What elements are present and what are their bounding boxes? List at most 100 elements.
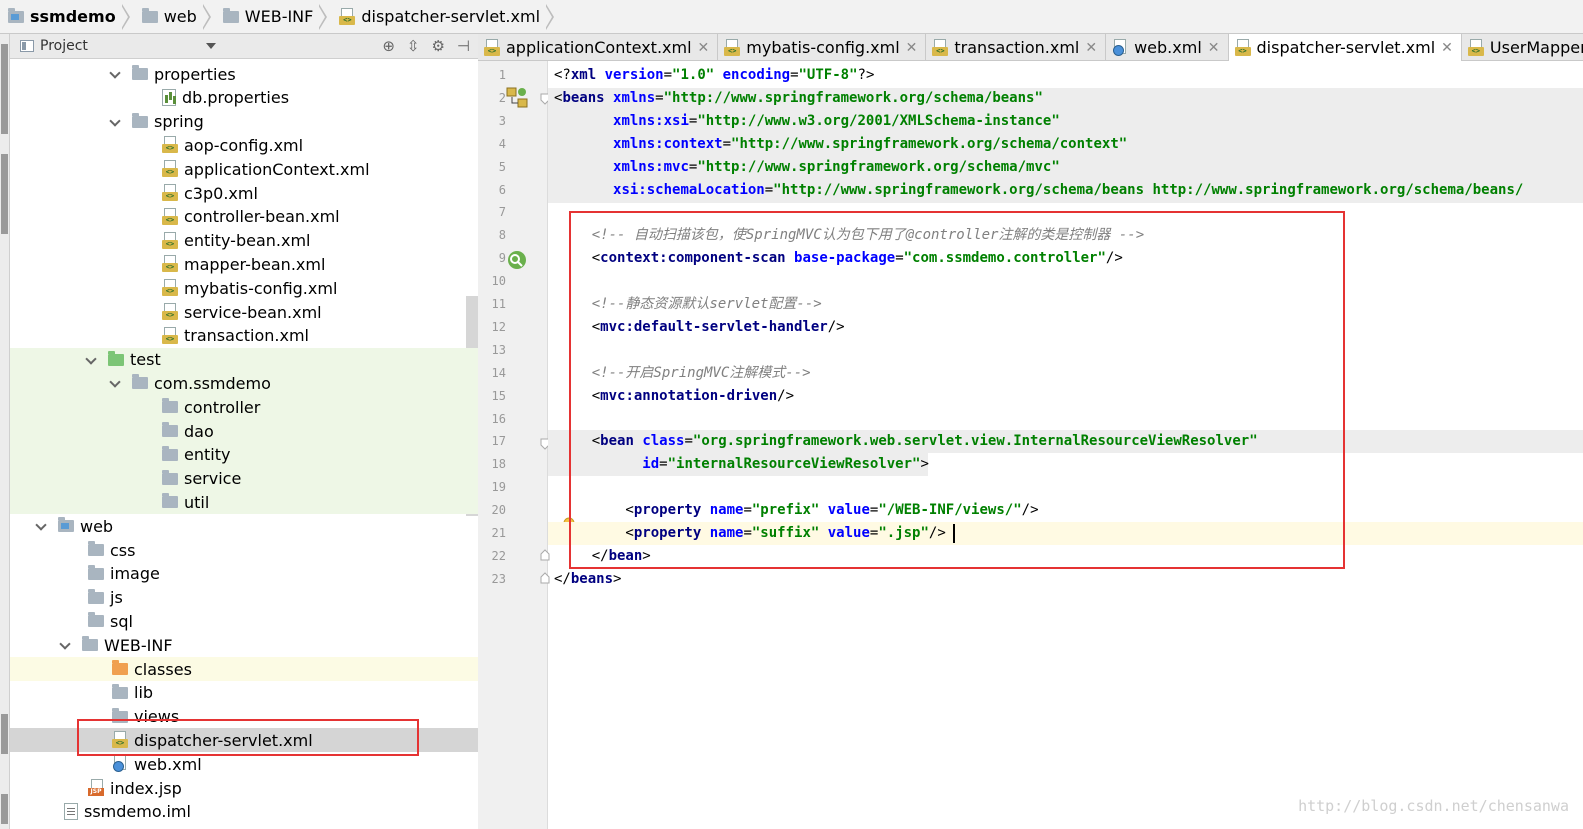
line-number: 21 — [491, 526, 506, 540]
tree-item[interactable]: dao — [10, 419, 478, 443]
tree-item[interactable]: db.properties — [10, 86, 478, 110]
close-icon[interactable]: ✕ — [1085, 40, 1097, 56]
code-token: = — [722, 135, 732, 152]
expand-arrow-icon[interactable] — [110, 117, 120, 127]
tree-item[interactable]: lib — [10, 681, 478, 705]
expand-arrow-icon[interactable] — [110, 378, 120, 388]
tree-item-label: image — [110, 564, 160, 584]
tree-item[interactable]: aop-config.xml — [10, 133, 478, 157]
tree-item[interactable]: test — [10, 347, 478, 372]
tree-item[interactable]: JSP index.jsp — [10, 776, 478, 800]
xml-file-icon — [162, 184, 178, 202]
expand-arrow-icon[interactable] — [36, 521, 46, 531]
code-line[interactable]: <?xml version="1.0" encoding="UTF-8"?> — [554, 64, 874, 87]
tree-item[interactable]: properties — [10, 62, 478, 86]
tree-item[interactable]: transaction.xml — [10, 324, 478, 348]
project-tree[interactable]: properties db.properties spring aop-config.… — [10, 60, 478, 829]
close-icon[interactable]: ✕ — [1208, 40, 1220, 56]
tree-item-label: controller-bean.xml — [184, 207, 340, 227]
folder-icon — [162, 493, 178, 509]
chevron-down-icon[interactable] — [205, 43, 216, 49]
breadcrumb-ssmdemo[interactable]: ssmdemo — [4, 0, 138, 34]
line-number: 17 — [491, 434, 506, 449]
tree-item[interactable]: js — [10, 586, 478, 610]
tree-item-label: applicationContext.xml — [184, 159, 370, 179]
code-token: "http://www.springframework.org/schema/c… — [731, 135, 1128, 152]
tree-item[interactable]: controller-bean.xml — [10, 205, 478, 229]
xml-file-icon — [162, 279, 178, 297]
gear-icon[interactable]: ⚙ — [431, 37, 444, 55]
tree-item[interactable]: c3p0.xml — [10, 181, 478, 205]
structure-tool-button[interactable] — [1, 154, 8, 234]
tree-item-label: mybatis-config.xml — [184, 278, 338, 298]
tree-item[interactable]: web — [10, 514, 478, 538]
breadcrumb-dispatcher-servlet[interactable]: dispatcher-servlet.xml — [335, 0, 562, 34]
tree-item[interactable]: applicationContext.xml — [10, 157, 478, 181]
tree-item[interactable]: mybatis-config.xml — [10, 276, 478, 300]
breadcrumb-label: WEB-INF — [244, 7, 314, 26]
spring-beans-icon[interactable] — [506, 87, 528, 113]
code-line[interactable]: <beans xmlns="http://www.springframework… — [554, 87, 1043, 110]
close-icon[interactable]: ✕ — [1441, 40, 1453, 56]
editor-tab[interactable]: transaction.xml ✕ — [926, 34, 1107, 61]
tree-item[interactable]: mapper-bean.xml — [10, 252, 478, 276]
tree-item[interactable]: util — [10, 490, 478, 515]
tree-item-label: service-bean.xml — [184, 302, 322, 322]
code-token: "UTF-8" — [798, 67, 858, 83]
hide-panel-icon[interactable]: ⊣ — [457, 37, 470, 55]
editor-tab[interactable]: mybatis-config.xml ✕ — [718, 34, 927, 61]
web-tool-button[interactable] — [1, 714, 8, 754]
expand-arrow-icon[interactable] — [110, 69, 120, 79]
code-token: = — [764, 181, 774, 198]
tree-item[interactable]: WEB-INF — [10, 633, 478, 657]
tree-item[interactable]: service — [10, 466, 478, 491]
line-number: 9 — [498, 251, 506, 266]
editor-tab[interactable]: web.xml ✕ — [1106, 34, 1229, 61]
tree-item[interactable]: spring — [10, 110, 478, 134]
xml-file-icon — [1234, 38, 1251, 57]
project-tool-button[interactable] — [1, 44, 8, 134]
breadcrumb-web[interactable]: web — [138, 0, 219, 34]
tree-item-label: db.properties — [182, 88, 290, 108]
tree-item[interactable]: ssmdemo.iml — [10, 800, 478, 824]
tree-item[interactable]: com.ssmdemo — [10, 371, 478, 396]
tree-item-label: controller — [184, 397, 261, 417]
line-number: 23 — [491, 571, 506, 586]
expand-arrow-icon[interactable] — [86, 355, 96, 365]
code-line[interactable]: xmlns:mvc="http://www.springframework.or… — [554, 156, 1060, 179]
editor-tab[interactable]: UserMapper.xml — [1462, 34, 1583, 61]
code-line[interactable]: </beans> — [554, 568, 621, 591]
editor-gutter[interactable]: 1 2 3 4 5 6 7 8 9 10 11 12 13 14 15 16 17 18 19 20 21 22 23 — [478, 61, 575, 829]
left-tool-window-stripe[interactable] — [0, 34, 10, 829]
line-number: 16 — [491, 411, 506, 426]
collapse-all-icon[interactable]: ⇳ — [407, 37, 420, 55]
code-line[interactable]: xmlns:xsi="http://www.w3.org/2001/XMLSch… — [554, 110, 1060, 133]
editor-tab[interactable]: dispatcher-servlet.xml ✕ — [1228, 34, 1462, 61]
xml-file-icon — [724, 38, 741, 57]
favorites-tool-button[interactable] — [1, 794, 8, 824]
breadcrumb-web-inf[interactable]: WEB-INF — [219, 0, 336, 34]
tree-item[interactable]: sql — [10, 609, 478, 633]
code-token: "http://www.springframework.org/schema/m… — [697, 158, 1060, 175]
breadcrumb-label: web — [163, 7, 197, 26]
close-icon[interactable]: ✕ — [698, 40, 710, 56]
line-number: 7 — [498, 205, 506, 220]
xml-file-icon — [162, 136, 178, 154]
locate-icon[interactable]: ⊕ — [382, 37, 395, 55]
code-line[interactable]: xsi:schemaLocation="http://www.springfra… — [554, 179, 1523, 202]
tree-item[interactable]: entity — [10, 442, 478, 467]
tree-item[interactable]: entity-bean.xml — [10, 229, 478, 253]
line-number: 2 — [498, 90, 506, 105]
close-icon[interactable]: ✕ — [906, 40, 918, 56]
expand-arrow-icon[interactable] — [60, 640, 70, 650]
project-panel-title[interactable]: Project — [40, 38, 88, 54]
tree-item[interactable]: service-bean.xml — [10, 300, 478, 324]
code-line[interactable]: xmlns:context="http://www.springframewor… — [554, 133, 1127, 156]
editor-tab[interactable]: applicationContext.xml ✕ — [478, 34, 719, 61]
tree-item[interactable]: css — [10, 538, 478, 562]
folder-icon — [132, 374, 148, 390]
tree-item[interactable]: classes — [10, 657, 478, 681]
tree-item[interactable]: image — [10, 562, 478, 586]
spring-component-scan-icon[interactable] — [506, 249, 528, 275]
tree-item[interactable]: controller — [10, 395, 478, 420]
